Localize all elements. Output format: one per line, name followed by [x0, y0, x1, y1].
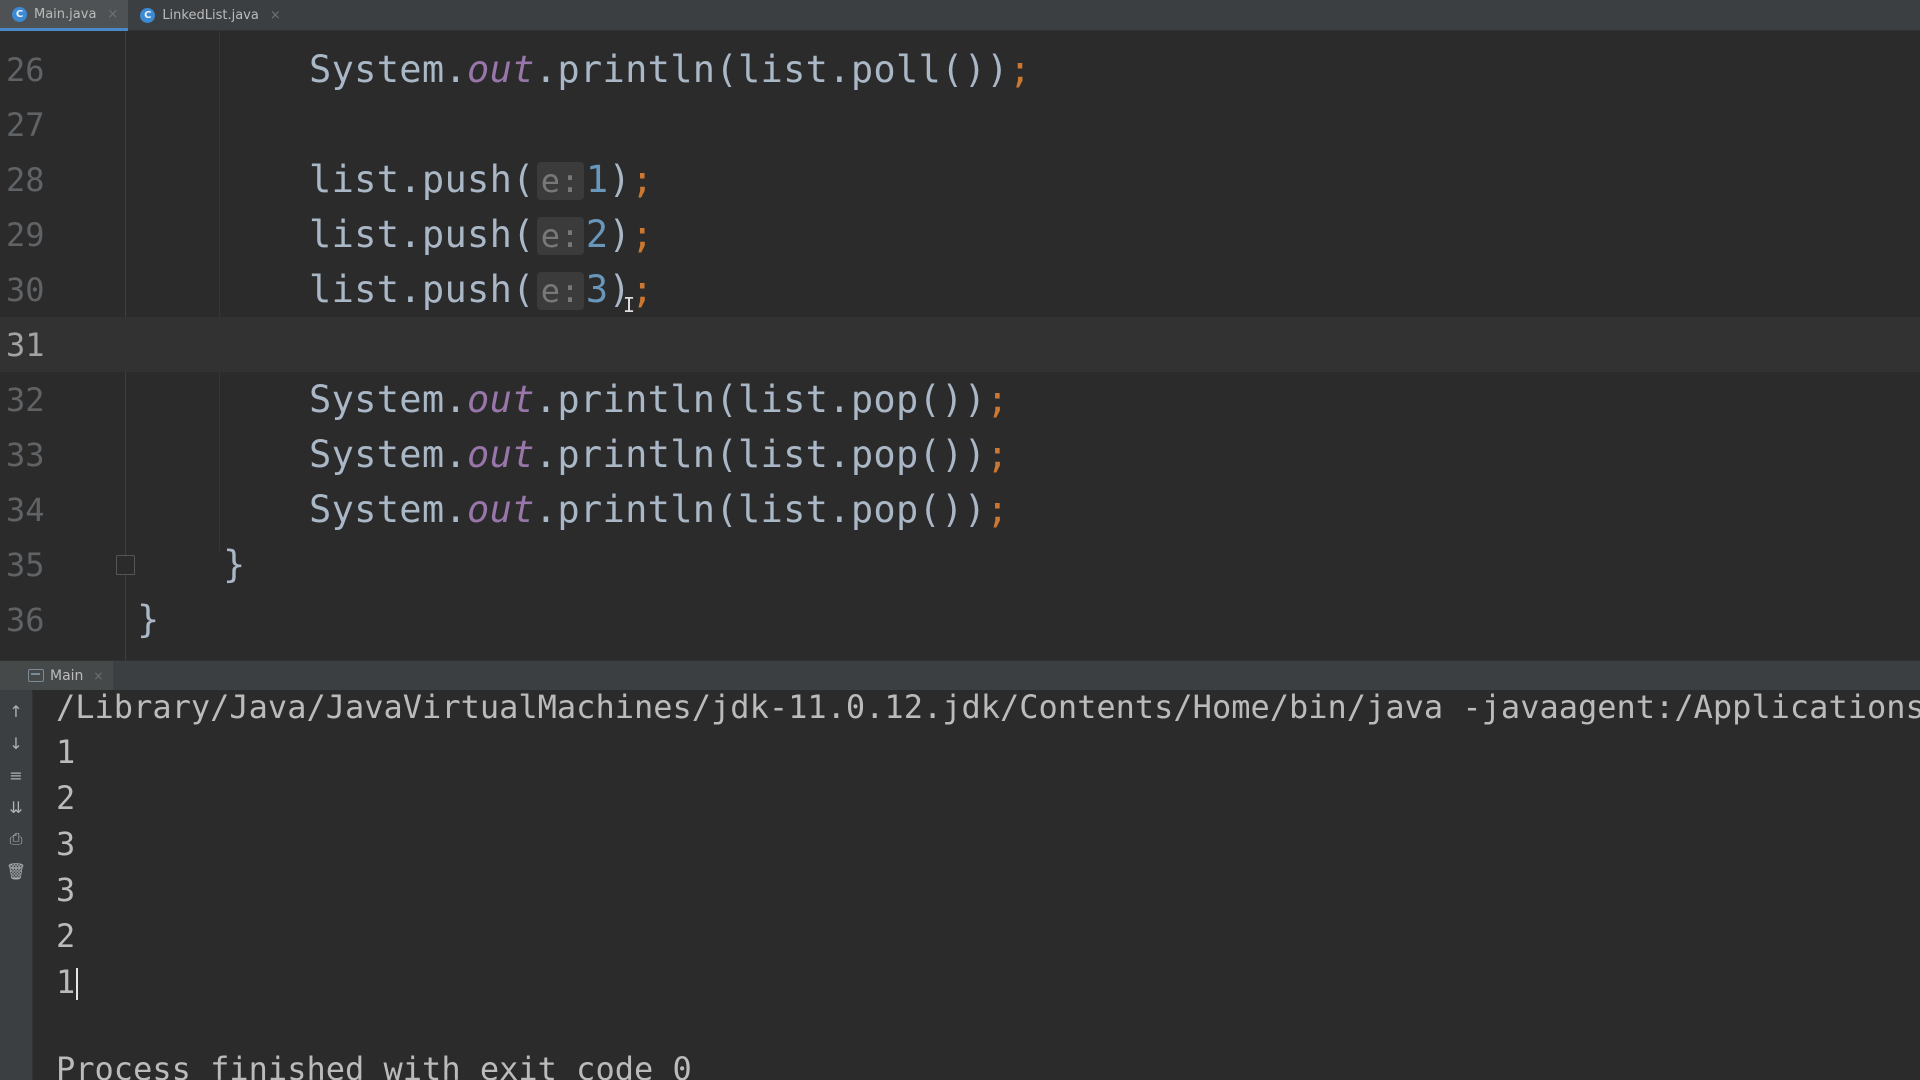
- code-text: list.push(e: 3);: [309, 268, 654, 311]
- console-output-line: 2: [56, 917, 76, 955]
- console-output-line-last: 1: [56, 963, 79, 1001]
- code-line[interactable]: 33 System.out.println(list.pop());: [0, 427, 1920, 482]
- scroll-to-end-icon[interactable]: ⇊: [5, 796, 27, 818]
- console-output-line: 1: [56, 733, 76, 771]
- text-caret: [76, 968, 79, 1000]
- code-text: list.push(e: 2);: [309, 213, 654, 256]
- print-icon[interactable]: ⎙: [5, 828, 27, 850]
- code-line[interactable]: 36 }: [0, 592, 1920, 647]
- tab-label: Main.java: [34, 6, 97, 22]
- close-icon[interactable]: ×: [93, 669, 103, 683]
- line-number: 32: [6, 380, 45, 419]
- code-line[interactable]: 32 System.out.println(list.pop());: [0, 372, 1920, 427]
- trash-icon[interactable]: 🗑: [5, 860, 27, 882]
- code-line[interactable]: 30 list.push(e: 3);: [0, 262, 1920, 317]
- arrow-down-icon[interactable]: ↓: [5, 732, 27, 754]
- code-text: System.out.println(list.poll());: [309, 48, 1032, 91]
- code-editor[interactable]: 26 System.out.println(list.poll()); 27 2…: [0, 31, 1920, 660]
- console-output-line: 3: [56, 871, 76, 909]
- run-tab-label: Main: [50, 667, 84, 684]
- editor-tab-bar: C Main.java × C LinkedList.java ×: [0, 0, 1920, 31]
- line-number: 33: [6, 435, 45, 474]
- code-line[interactable]: 26 System.out.println(list.poll());: [0, 42, 1920, 97]
- parameter-hint: e:: [536, 162, 584, 200]
- code-line[interactable]: 27: [0, 97, 1920, 152]
- line-number: 31: [6, 325, 45, 364]
- mouse-ibeam-cursor: I: [623, 293, 636, 317]
- code-line[interactable]: 34 System.out.println(list.pop());: [0, 482, 1920, 537]
- console-output-line: 3: [56, 825, 76, 863]
- code-line[interactable]: 28 list.push(e: 1);: [0, 152, 1920, 207]
- line-number: 27: [6, 105, 45, 144]
- line-number: 28: [6, 160, 45, 199]
- tab-label: LinkedList.java: [162, 8, 259, 23]
- code-line-current[interactable]: 31: [0, 317, 1920, 372]
- code-line[interactable]: 29 list.push(e: 2);: [0, 207, 1920, 262]
- close-icon[interactable]: ×: [107, 7, 118, 22]
- tab-main-java[interactable]: C Main.java ×: [0, 0, 129, 31]
- console-exit-message: Process finished with exit code 0: [56, 1050, 692, 1080]
- code-text: System.out.println(list.pop());: [309, 433, 1009, 476]
- code-text: System.out.println(list.pop());: [309, 488, 1009, 531]
- run-panel-header: Main ×: [0, 660, 1920, 691]
- soft-wrap-icon[interactable]: ≡: [5, 764, 27, 786]
- java-class-icon: C: [140, 8, 156, 23]
- line-number: 36: [6, 600, 45, 639]
- console-command-line: /Library/Java/JavaVirtualMachines/jdk-11…: [56, 690, 1920, 726]
- line-number: 35: [6, 545, 45, 584]
- console-icon: [28, 669, 44, 682]
- line-number: 26: [6, 50, 45, 89]
- code-text: }: [137, 598, 160, 641]
- line-number: 29: [6, 215, 45, 254]
- ide-window: C Main.java × C LinkedList.java × 26 Sys…: [0, 0, 1920, 1080]
- code-text: list.push(e: 1);: [309, 158, 654, 201]
- java-class-icon: C: [12, 6, 27, 22]
- parameter-hint: e:: [536, 272, 584, 310]
- console-output-value: 1: [56, 963, 76, 1001]
- run-console[interactable]: /Library/Java/JavaVirtualMachines/jdk-11…: [33, 690, 1920, 1080]
- code-text: System.out.println(list.pop());: [309, 378, 1009, 421]
- parameter-hint: e:: [536, 217, 584, 255]
- code-line[interactable]: 35 }: [0, 537, 1920, 592]
- fold-icon[interactable]: [116, 555, 135, 575]
- console-output-line: 2: [56, 779, 76, 817]
- line-number: 30: [6, 270, 45, 309]
- arrow-up-icon[interactable]: ↑: [5, 700, 27, 722]
- tab-linkedlist-java[interactable]: C LinkedList.java ×: [128, 0, 290, 31]
- run-tab-main[interactable]: Main ×: [0, 660, 114, 691]
- close-icon[interactable]: ×: [270, 8, 281, 23]
- line-number: 34: [6, 490, 45, 529]
- run-toolbar: ↑ ↓ ≡ ⇊ ⎙ 🗑: [0, 690, 33, 1080]
- code-text: }: [223, 543, 246, 586]
